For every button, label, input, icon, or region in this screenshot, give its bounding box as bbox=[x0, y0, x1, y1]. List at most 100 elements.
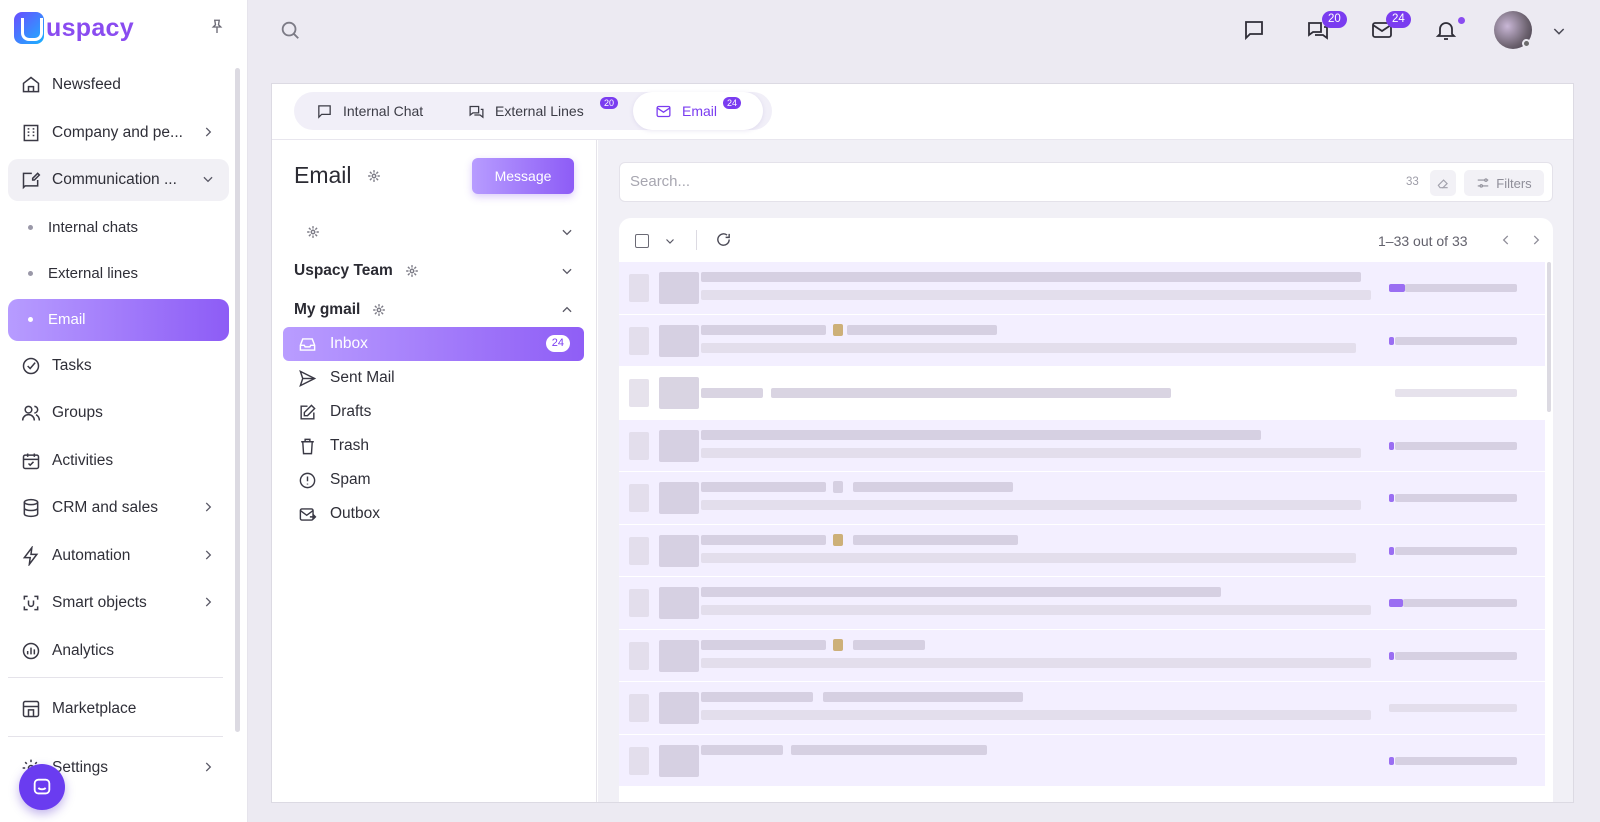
gear-icon[interactable] bbox=[367, 169, 381, 183]
sidebar-item-label: Newsfeed bbox=[52, 76, 121, 93]
chevron-down-icon[interactable] bbox=[664, 235, 676, 247]
redacted-content bbox=[1389, 441, 1394, 450]
chevron-right-icon bbox=[205, 502, 212, 512]
sidebar-item-label: Marketplace bbox=[52, 700, 137, 717]
sidebar-item-external-lines[interactable]: External lines bbox=[8, 253, 229, 295]
main-frame: Internal Chat External Lines 20 Email 24… bbox=[271, 83, 1574, 803]
sidebar-item-analytics[interactable]: Analytics bbox=[8, 630, 229, 672]
list-scrollbar[interactable] bbox=[1547, 262, 1551, 412]
email-row[interactable] bbox=[619, 419, 1545, 472]
redacted-content bbox=[1395, 336, 1517, 345]
sidebar-item-marketplace[interactable]: Marketplace bbox=[8, 688, 229, 730]
chevron-left-icon[interactable] bbox=[1499, 233, 1513, 247]
email-row[interactable] bbox=[619, 314, 1545, 367]
sidebar-item-crm[interactable]: CRM and sales bbox=[8, 487, 229, 529]
chevron-right-icon[interactable] bbox=[1529, 233, 1543, 247]
folder-outbox[interactable]: Outbox bbox=[283, 497, 584, 531]
chevron-up-icon[interactable] bbox=[560, 303, 574, 317]
sidebar-item-label: Email bbox=[48, 311, 86, 328]
email-row[interactable] bbox=[619, 262, 1545, 315]
redacted-content bbox=[1395, 389, 1517, 397]
sidebar-item-smart-objects[interactable]: Smart objects bbox=[8, 582, 229, 624]
redacted-content bbox=[1389, 651, 1394, 660]
redacted-content bbox=[1403, 599, 1517, 607]
email-row[interactable] bbox=[619, 577, 1545, 630]
logo-mark bbox=[14, 12, 44, 44]
tab-email[interactable]: Email 24 bbox=[633, 92, 763, 130]
sidebar-item-label: Activities bbox=[52, 451, 114, 469]
folder-sent-mail[interactable]: Sent Mail bbox=[283, 361, 584, 395]
account-default[interactable] bbox=[294, 220, 574, 244]
tab-label: External Lines bbox=[495, 103, 584, 119]
redacted-content bbox=[833, 638, 843, 651]
folder-drafts[interactable]: Drafts bbox=[283, 395, 584, 429]
redacted-content bbox=[659, 744, 699, 777]
gear-icon[interactable] bbox=[372, 303, 386, 317]
bell-icon bbox=[1435, 22, 1457, 40]
tab-external-lines[interactable]: External Lines 20 bbox=[452, 92, 633, 130]
sidebar-item-communication[interactable]: Communication ... bbox=[8, 159, 229, 201]
redacted-content bbox=[1395, 441, 1517, 450]
lightning-icon bbox=[20, 545, 42, 567]
app-logo[interactable]: uspacy bbox=[14, 12, 134, 44]
sidebar-item-internal-chats[interactable]: Internal chats bbox=[8, 207, 229, 249]
notifications-button[interactable] bbox=[1432, 16, 1460, 44]
redacted-content bbox=[1389, 599, 1403, 607]
redacted-content bbox=[823, 692, 1023, 702]
email-row[interactable] bbox=[619, 367, 1545, 420]
sidebar-item-activities[interactable]: Activities bbox=[8, 440, 229, 482]
clear-search-button[interactable] bbox=[1430, 170, 1456, 196]
new-message-button[interactable]: Message bbox=[472, 158, 574, 194]
chevron-down-icon[interactable] bbox=[560, 264, 574, 278]
refresh-icon[interactable] bbox=[715, 231, 732, 248]
gear-icon[interactable] bbox=[306, 225, 320, 239]
tab-internal-chat[interactable]: Internal Chat bbox=[294, 92, 452, 130]
messages-button[interactable] bbox=[1240, 16, 1268, 44]
email-list: 1–33 out of 33 bbox=[619, 218, 1553, 802]
sidebar: uspacy Newsfeed Company and pe... Commun… bbox=[0, 0, 248, 822]
bullet-dot bbox=[28, 225, 33, 230]
message-square-icon bbox=[316, 103, 333, 120]
check-circle-icon bbox=[20, 355, 42, 377]
folder-label: Drafts bbox=[330, 403, 372, 420]
tab-label: Email bbox=[682, 103, 718, 119]
sidebar-item-groups[interactable]: Groups bbox=[8, 392, 229, 434]
chevron-down-icon[interactable] bbox=[560, 225, 574, 239]
sidebar-item-tasks[interactable]: Tasks bbox=[8, 345, 229, 387]
redacted-content bbox=[853, 482, 1013, 492]
account-uspacy-team[interactable]: Uspacy Team bbox=[294, 259, 574, 283]
redacted-content bbox=[853, 639, 925, 650]
chevron-down-icon[interactable] bbox=[1551, 23, 1567, 39]
select-all-checkbox[interactable] bbox=[635, 234, 649, 248]
redacted-content bbox=[659, 377, 699, 409]
email-row[interactable] bbox=[619, 524, 1545, 577]
sidebar-scrollbar[interactable] bbox=[235, 68, 240, 732]
message-square-icon bbox=[1245, 21, 1263, 41]
users-icon bbox=[20, 402, 42, 424]
filters-button[interactable]: Filters bbox=[1464, 170, 1544, 196]
folder-label: Inbox bbox=[330, 335, 368, 352]
search-input[interactable] bbox=[630, 173, 1370, 190]
tab-label: Internal Chat bbox=[343, 103, 424, 119]
folder-spam[interactable]: Spam bbox=[283, 463, 584, 497]
email-row[interactable] bbox=[619, 682, 1545, 735]
chat-edit-icon bbox=[20, 169, 42, 191]
email-row[interactable] bbox=[619, 734, 1545, 787]
sidebar-item-company[interactable]: Company and pe... bbox=[8, 112, 229, 154]
pin-icon[interactable] bbox=[208, 17, 226, 37]
folder-inbox[interactable]: Inbox 24 bbox=[283, 327, 584, 361]
gear-icon[interactable] bbox=[405, 264, 419, 278]
search-icon[interactable] bbox=[279, 19, 301, 41]
sidebar-item-label: Analytics bbox=[52, 641, 115, 659]
email-row[interactable] bbox=[619, 629, 1545, 682]
sidebar-item-email[interactable]: Email bbox=[8, 298, 229, 341]
redacted-content bbox=[629, 641, 649, 670]
sidebar-item-newsfeed[interactable]: Newsfeed bbox=[8, 64, 229, 106]
sidebar-item-label: Automation bbox=[52, 546, 131, 564]
account-my-gmail[interactable]: My gmail bbox=[294, 298, 574, 322]
redacted-content bbox=[629, 484, 649, 512]
folder-trash[interactable]: Trash bbox=[283, 429, 584, 463]
support-chat-button[interactable] bbox=[19, 764, 65, 810]
email-row[interactable] bbox=[619, 472, 1545, 525]
sidebar-item-automation[interactable]: Automation bbox=[8, 535, 229, 577]
